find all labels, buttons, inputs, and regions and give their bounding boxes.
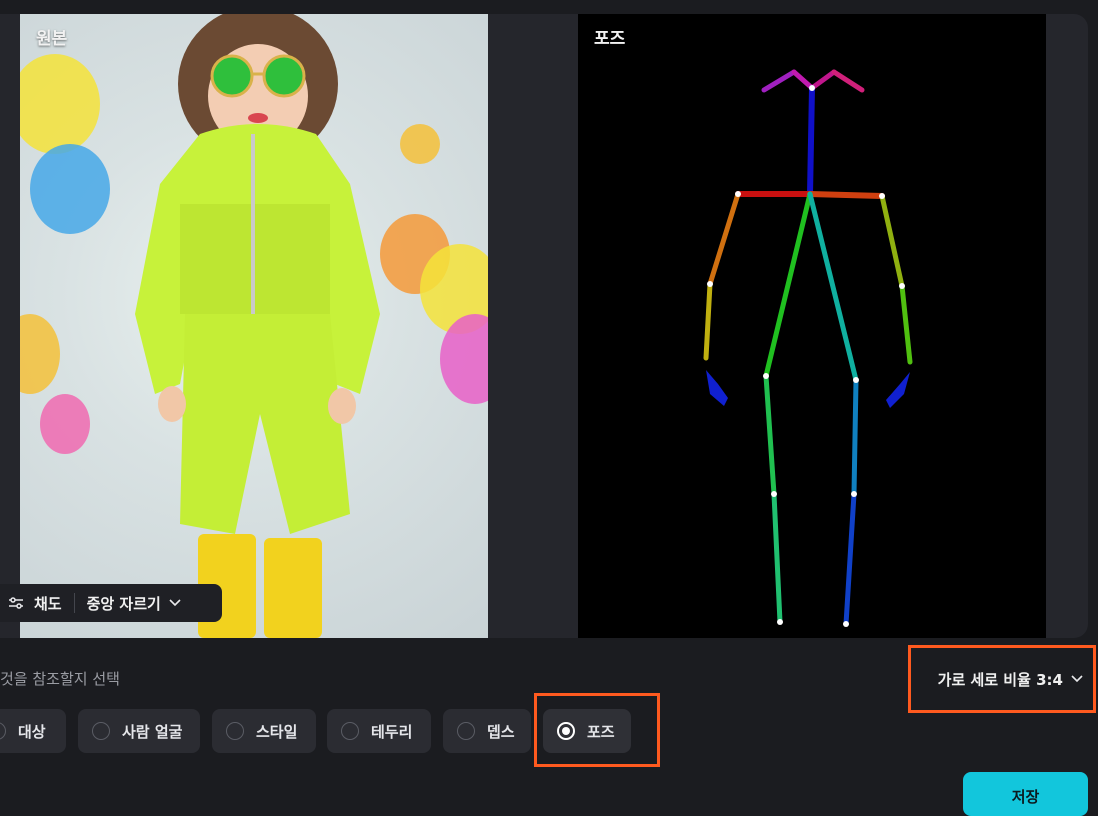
reference-hint: 것을 참조할지 선택 — [0, 670, 120, 688]
save-button[interactable]: 저장 — [963, 772, 1088, 816]
pose-image-label: 포즈 — [594, 29, 626, 49]
option-style[interactable]: 스타일 — [212, 709, 316, 753]
radio-icon[interactable] — [457, 722, 475, 740]
chevron-down-icon — [1071, 675, 1083, 683]
pose-option-highlight — [534, 693, 660, 767]
option-edge[interactable]: 테두리 — [327, 709, 431, 753]
child-figure — [135, 14, 380, 638]
radio-icon[interactable] — [0, 722, 6, 740]
chevron-down-icon[interactable] — [169, 599, 181, 607]
aspect-ratio-dropdown[interactable]: 가로 세로 비율 3:4 — [908, 645, 1096, 713]
saturation-button[interactable]: 채도 — [34, 593, 62, 614]
option-depth[interactable]: 뎁스 — [443, 709, 531, 753]
pose-image — [578, 14, 1046, 638]
pose-skeleton — [703, 69, 913, 627]
option-label: 대상 — [18, 722, 46, 741]
sliders-icon[interactable] — [8, 596, 24, 610]
source-image-label: 원본 — [36, 29, 68, 49]
radio-icon[interactable] — [341, 722, 359, 740]
option-label: 뎁스 — [487, 722, 515, 741]
option-label: 테두리 — [371, 722, 413, 741]
source-image — [20, 14, 488, 638]
crop-dropdown[interactable]: 중앙 자르기 — [87, 593, 161, 614]
image-toolbar: 채도 중앙 자르기 — [0, 584, 222, 622]
option-face[interactable]: 사람 얼굴 — [78, 709, 200, 753]
option-label: 사람 얼굴 — [122, 722, 183, 741]
option-label: 스타일 — [256, 722, 298, 741]
toolbar-divider — [73, 593, 75, 613]
aspect-ratio-label: 가로 세로 비율 3:4 — [937, 670, 1063, 689]
radio-icon[interactable] — [226, 722, 244, 740]
option-subject[interactable]: 대상 — [0, 709, 66, 753]
radio-icon[interactable] — [92, 722, 110, 740]
